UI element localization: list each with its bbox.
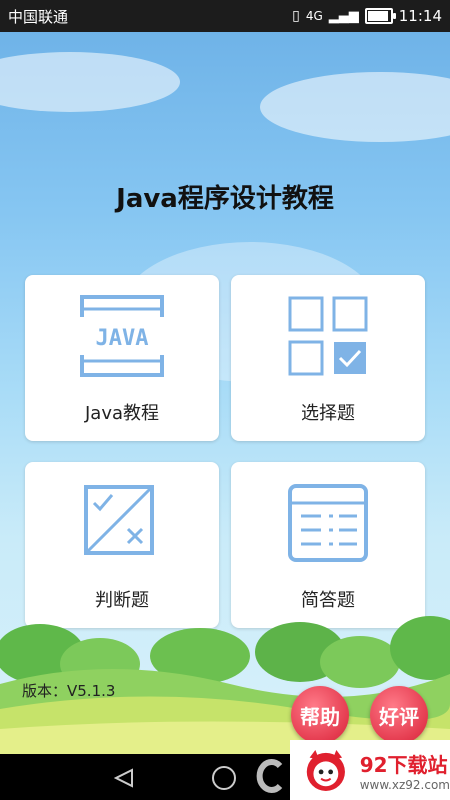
java-tutorial-label: Java教程 [84, 403, 160, 424]
choice-questions-label: 选择题 [301, 403, 355, 424]
choice-grid-icon [288, 293, 368, 379]
watermark-c-icon [256, 759, 283, 793]
cloud-decoration [260, 72, 450, 142]
carrier-name: 中国联通 [8, 7, 69, 26]
mascot-logo-icon [306, 749, 345, 791]
help-button[interactable]: 帮助 [291, 686, 349, 744]
true-false-icon [82, 480, 162, 566]
list-lines-icon [287, 480, 369, 566]
java-tutorial-card[interactable]: JAVA Java教程 [25, 275, 219, 441]
home-icon[interactable] [212, 766, 236, 790]
cloud-decoration [0, 52, 180, 112]
signal-icon: ▂▄▆ [328, 8, 359, 24]
network-type: 4G [305, 9, 323, 23]
java-book-icon: JAVA [80, 293, 164, 379]
app-screen: Java程序设计教程 JAVA Java教程 选择题 判断题 简答题 [0, 32, 450, 754]
short-answer-card[interactable]: 简答题 [231, 462, 425, 628]
choice-questions-card[interactable]: 选择题 [231, 275, 425, 441]
version-text: 版本：V5.1.3 [22, 682, 116, 700]
watermark-url: www.xz92.com [359, 777, 450, 792]
back-icon[interactable] [114, 768, 134, 788]
true-false-card[interactable]: 判断题 [25, 462, 219, 628]
vibrate-icon: ▯ [292, 8, 300, 24]
status-bar: 中国联通 ▯ 4G ▂▄▆ 11:14 [0, 0, 450, 32]
app-title: Java程序设计教程 [116, 184, 334, 214]
watermark-banner: 92下载站 www.xz92.com [290, 740, 450, 800]
watermark-brand: 92下载站 [359, 752, 448, 777]
short-answer-label: 简答题 [301, 590, 355, 611]
rate-button[interactable]: 好评 [370, 686, 428, 744]
java-icon-text: JAVA [96, 326, 149, 351]
battery-icon [364, 8, 396, 24]
true-false-label: 判断题 [95, 590, 149, 611]
clock: 11:14 [398, 7, 442, 25]
